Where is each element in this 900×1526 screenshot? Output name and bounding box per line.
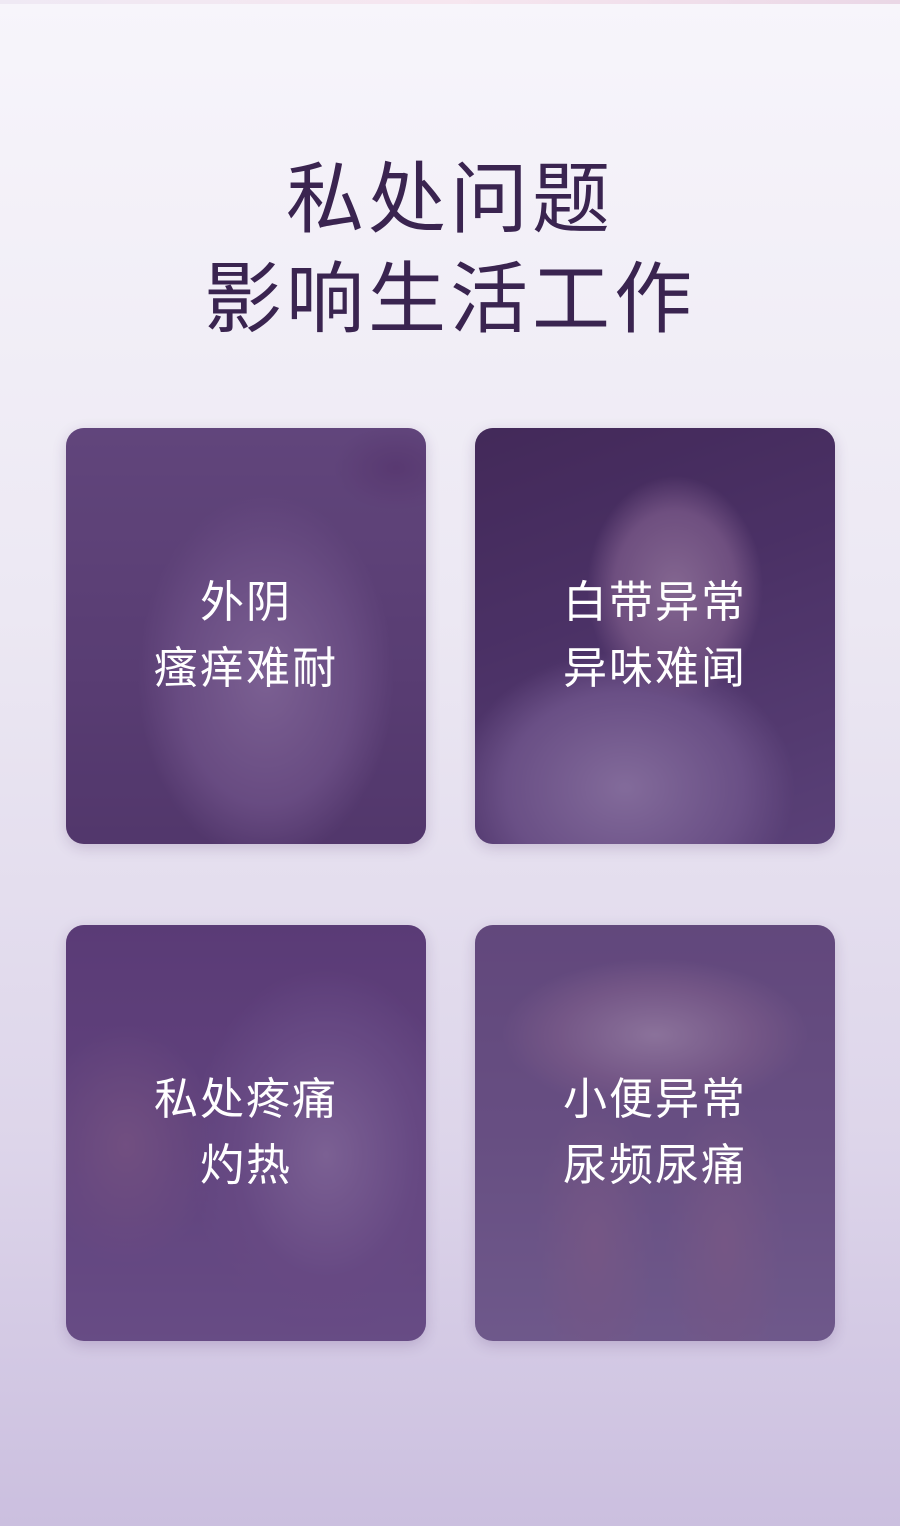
top-decorative-strip	[0, 0, 900, 4]
card-label: 小便异常 尿频尿痛	[475, 1067, 835, 1199]
card-label: 外阴 瘙痒难耐	[66, 570, 426, 702]
headline-line-2: 影响生活工作	[203, 255, 696, 345]
symptom-card-pain: 私处疼痛 灼热	[66, 925, 426, 1341]
card-label-line-2: 灼热	[200, 1140, 292, 1191]
symptom-card-discharge: 白带异常 异味难闻	[475, 428, 835, 844]
symptom-card-itching: 外阴 瘙痒难耐	[66, 428, 426, 844]
card-label-line-1: 外阴	[200, 577, 292, 628]
card-label: 白带异常 异味难闻	[475, 570, 835, 702]
symptom-card-urination: 小便异常 尿频尿痛	[475, 925, 835, 1341]
card-label-line-1: 私处疼痛	[154, 1074, 338, 1125]
page-headline: 私处问题 影响生活工作	[0, 150, 900, 350]
card-label-line-2: 尿频尿痛	[563, 1140, 747, 1191]
card-label: 私处疼痛 灼热	[66, 1067, 426, 1199]
card-label-line-2: 瘙痒难耐	[154, 643, 338, 694]
card-label-line-1: 小便异常	[563, 1074, 747, 1125]
headline-line-1: 私处问题	[285, 155, 614, 245]
card-label-line-2: 异味难闻	[563, 643, 747, 694]
card-label-line-1: 白带异常	[563, 577, 747, 628]
